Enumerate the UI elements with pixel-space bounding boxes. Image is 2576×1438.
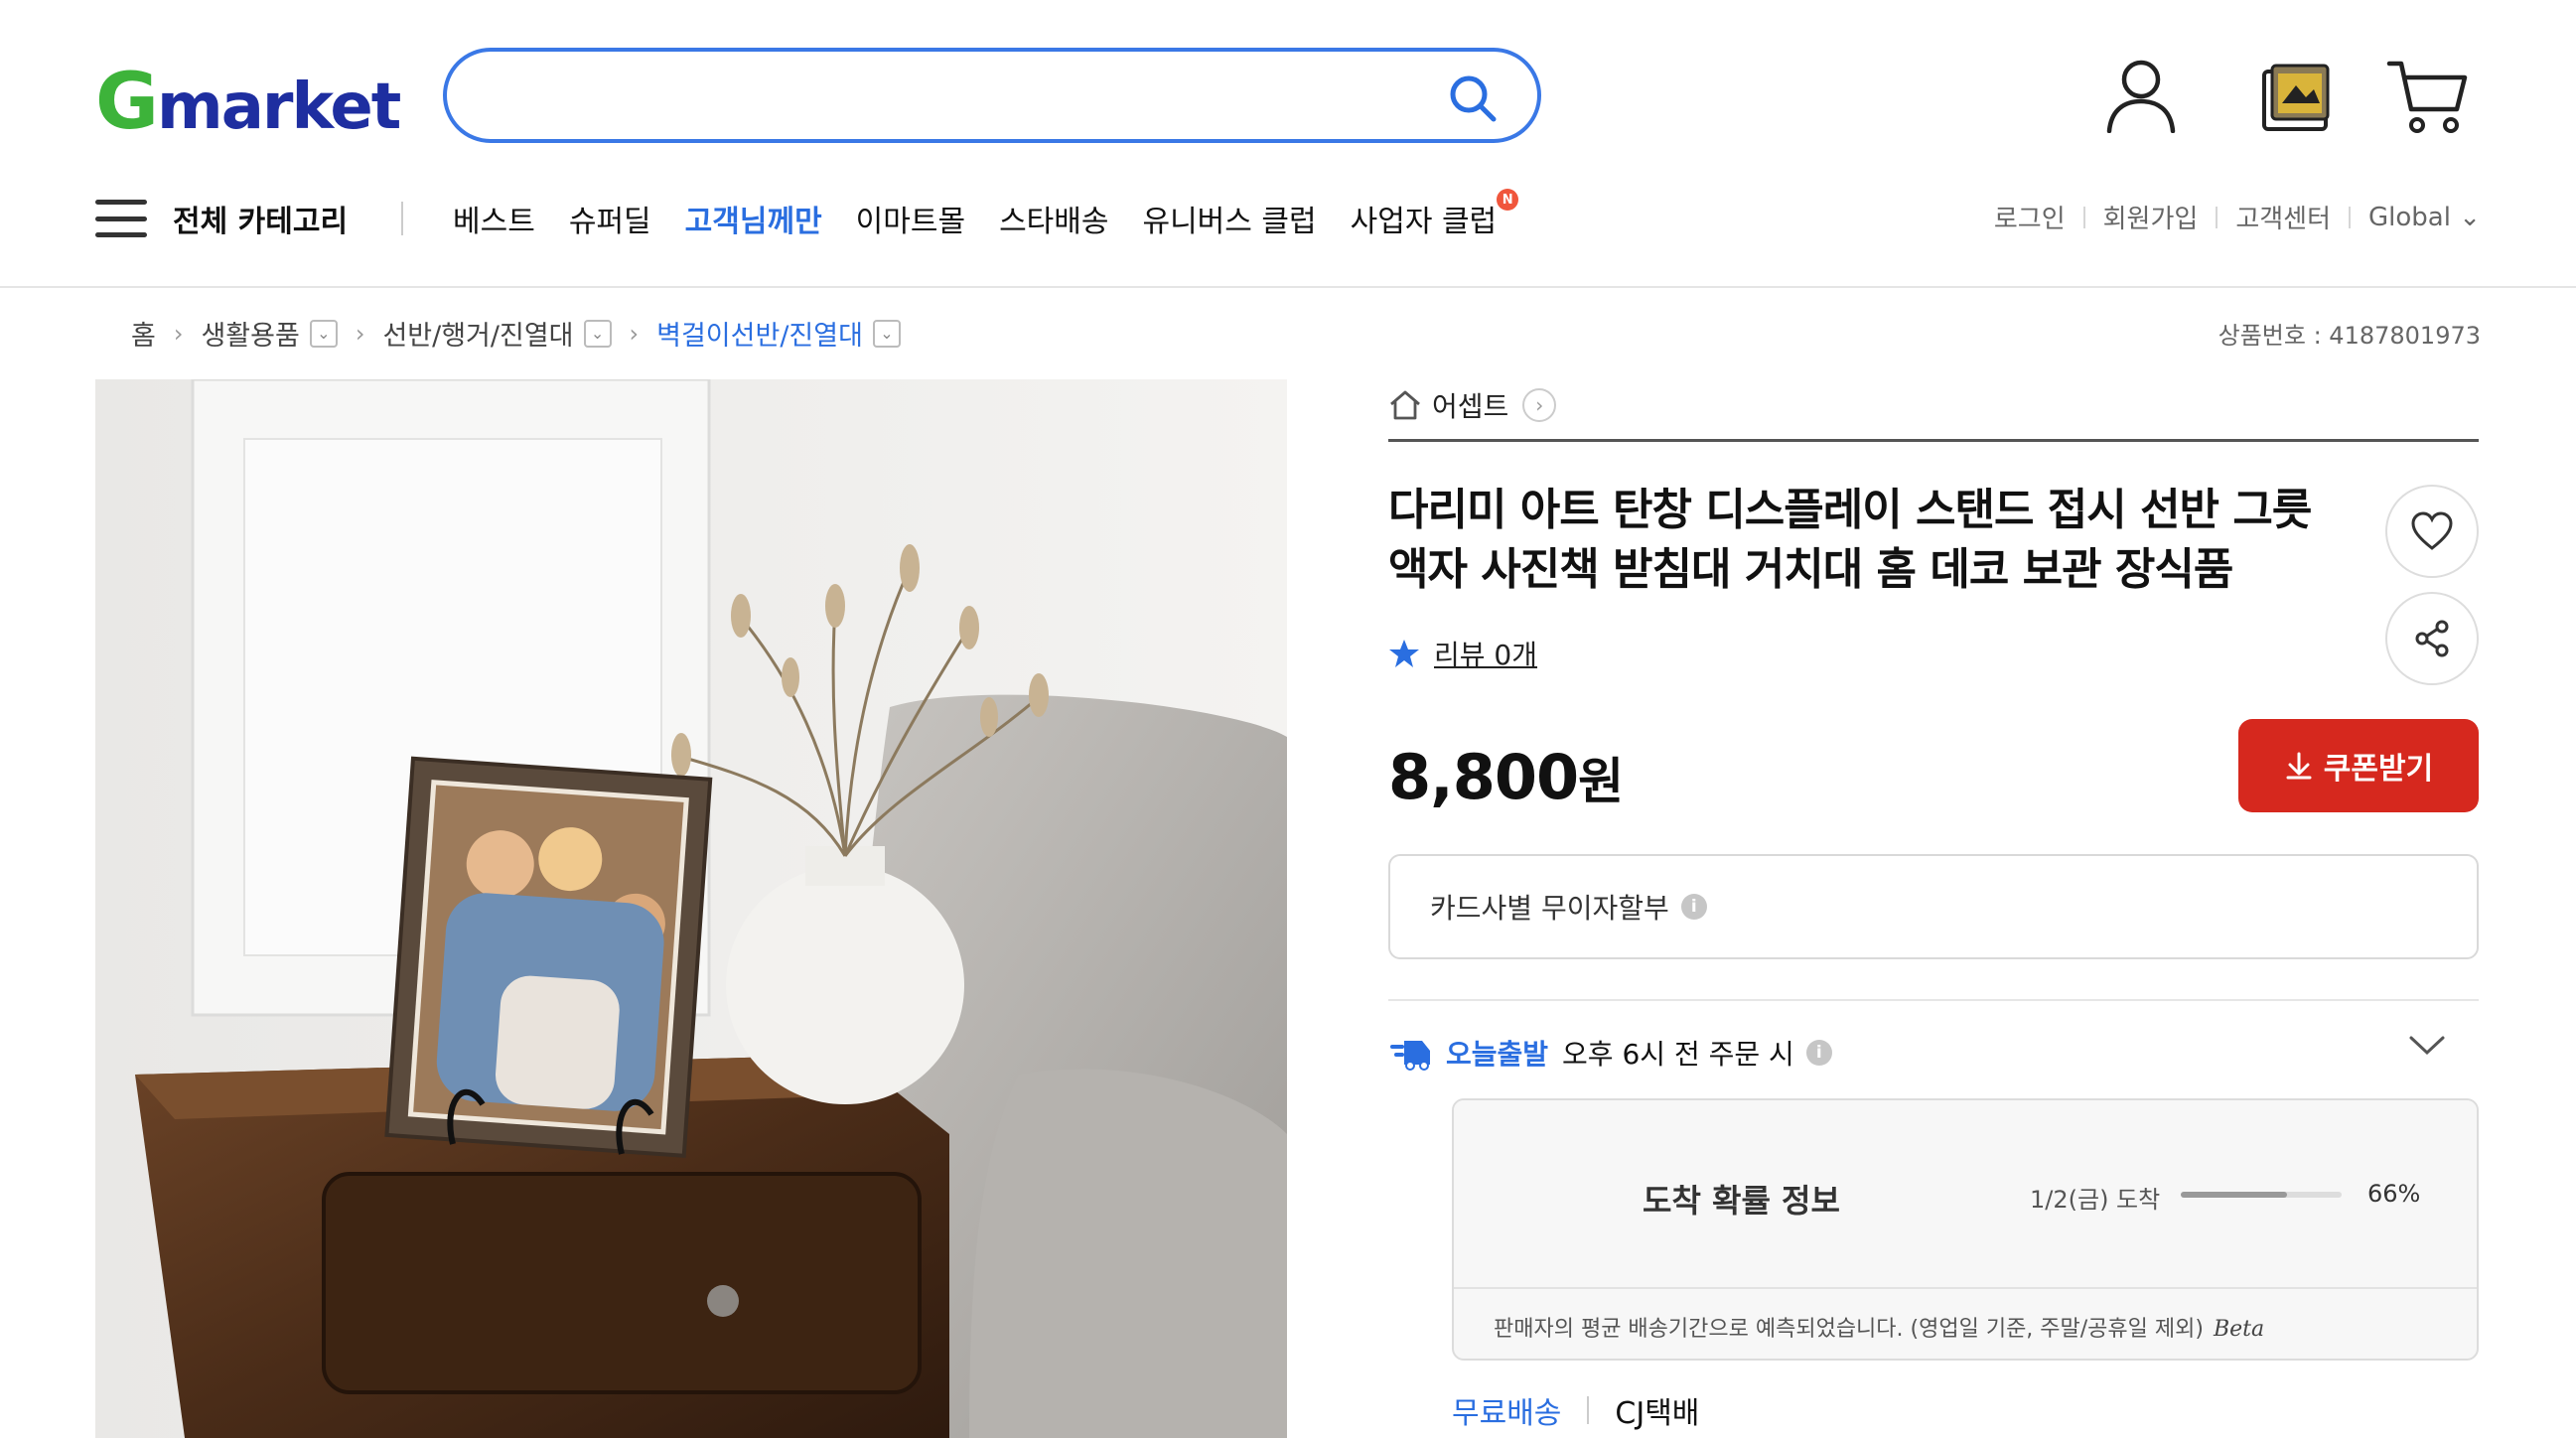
review-count: 리뷰 0개: [1434, 639, 1537, 671]
breadcrumb-item-current[interactable]: 벽걸이선반/진열대: [656, 314, 863, 353]
login-link[interactable]: 로그인: [1994, 199, 2066, 235]
product-title: 다리미 아트 탄창 디스플레이 스탠드 접시 선반 그릇 액자 사진책 받침대 …: [1388, 485, 2312, 595]
product-price: 8,800원: [1388, 741, 1624, 813]
search-input[interactable]: [487, 70, 1420, 125]
customer-center-link[interactable]: 고객센터: [2235, 199, 2331, 235]
price-value: 8,800: [1388, 741, 1579, 813]
chevron-right-icon: ›: [1522, 388, 1557, 422]
breadcrumb-item[interactable]: 생활용품: [201, 314, 299, 353]
home-icon: [1390, 390, 1420, 420]
dropdown-icon[interactable]: ⌄: [583, 319, 612, 348]
recent-viewed-icon[interactable]: [2256, 60, 2332, 133]
chevron-right-icon: ›: [355, 319, 365, 348]
chevron-right-icon: ›: [629, 319, 640, 348]
nav-divider: [401, 202, 404, 235]
carrier-label: CJ택배: [1615, 1396, 1700, 1431]
installment-info[interactable]: 카드사별 무이자할부 i: [1388, 854, 2479, 959]
nav-universe-club[interactable]: 유니버스 클럽: [1142, 197, 1316, 240]
info-icon[interactable]: i: [1680, 894, 1707, 920]
free-shipping-label: 무료배송: [1452, 1396, 1562, 1431]
delivery-summary: 무료배송 CJ택배: [1452, 1388, 1699, 1432]
gmarket-logo[interactable]: Gmarket: [95, 58, 401, 147]
wishlist-button[interactable]: [2385, 485, 2479, 578]
user-icon[interactable]: [2105, 58, 2177, 133]
all-category-button[interactable]: 전체 카테고리: [173, 197, 348, 240]
arrival-progress-bar: [2181, 1192, 2342, 1198]
util-divider: [2216, 206, 2218, 228]
dropdown-icon[interactable]: ⌄: [872, 319, 901, 348]
arrival-note: 판매자의 평균 배송기간으로 예측되었습니다. (영업일 기준, 주말/공휴일 …: [1494, 1317, 2265, 1342]
nav-best[interactable]: 베스트: [453, 197, 535, 240]
installment-label: 카드사별 무이자할부: [1430, 892, 1669, 925]
beta-label: Beta: [2213, 1317, 2265, 1342]
download-icon: [2286, 752, 2312, 780]
heart-icon: [2411, 511, 2453, 550]
util-divider: [2082, 206, 2085, 228]
review-link[interactable]: 리뷰 0개: [1388, 634, 1537, 673]
search-bar[interactable]: [443, 48, 1541, 143]
share-button[interactable]: [2385, 592, 2479, 685]
menu-icon[interactable]: [95, 200, 147, 237]
fast-delivery-icon: [1390, 1041, 1430, 1071]
search-icon[interactable]: [1446, 72, 1500, 125]
breadcrumb-item[interactable]: 선반/행거/진열대: [382, 314, 573, 353]
shipping-today: 오늘출발 오후 6시 전 주문 시 i: [1388, 1033, 1832, 1073]
section-divider: [1388, 999, 2479, 1001]
product-number: 상품번호 : 4187801973: [2218, 322, 2481, 350]
coupon-label: 쿠폰받기: [2323, 752, 2434, 787]
seller-shop-link[interactable]: 어셉트 ›: [1388, 385, 1557, 425]
product-image[interactable]: [95, 379, 1287, 1438]
arrival-progress-fill: [2181, 1192, 2287, 1198]
arrival-percent: 66%: [2367, 1180, 2421, 1208]
share-icon: [2415, 620, 2449, 657]
nav-business-club[interactable]: 사업자 클럽 N: [1350, 189, 1519, 240]
site-header: Gmarket 전체 카테고리 베스트 슈퍼딜 고객님께만 이마트몰 스타배송 …: [0, 0, 2576, 288]
nav-for-you[interactable]: 고객님께만: [685, 197, 822, 240]
dropdown-icon[interactable]: ⌄: [309, 319, 338, 348]
ship-condition: 오후 6시 전 주문 시: [1562, 1038, 1794, 1071]
nav-emart-mall[interactable]: 이마트몰: [856, 197, 965, 240]
new-badge: N: [1497, 189, 1519, 211]
chevron-right-icon: ›: [173, 319, 184, 348]
signup-link[interactable]: 회원가입: [2103, 199, 2199, 235]
global-link[interactable]: Global ⌄: [2368, 203, 2481, 232]
star-icon: [1389, 640, 1419, 667]
coupon-button[interactable]: 쿠폰받기: [2238, 719, 2479, 812]
breadcrumb-home[interactable]: 홈: [131, 314, 156, 353]
section-divider: [1388, 439, 2479, 442]
info-icon[interactable]: i: [1805, 1040, 1832, 1066]
arrival-probability-panel: 도착 확률 정보 1/2(금) 도착 66% 판매자의 평균 배송기간으로 예측…: [1452, 1098, 2479, 1361]
util-divider: [2349, 206, 2351, 228]
nav-star-delivery[interactable]: 스타배송: [999, 197, 1108, 240]
nav-business-club-label: 사업자 클럽: [1350, 205, 1498, 239]
arrival-title: 도착 확률 정보: [1643, 1182, 1840, 1220]
breadcrumb: 홈 › 생활용품 ⌄ › 선반/행거/진열대 ⌄ › 벽걸이선반/진열대 ⌄: [131, 314, 901, 353]
main-nav: 전체 카테고리 베스트 슈퍼딜 고객님께만 이마트몰 스타배송 유니버스 클럽 …: [95, 189, 1530, 248]
utility-links: 로그인 회원가입 고객센터 Global ⌄: [1994, 199, 2481, 235]
cart-icon[interactable]: [2385, 58, 2469, 135]
arrival-date: 1/2(금) 도착: [2030, 1186, 2161, 1214]
price-currency: 원: [1578, 753, 1624, 810]
today-ship-tag: 오늘출발: [1446, 1038, 1549, 1071]
seller-name: 어셉트: [1432, 390, 1509, 423]
nav-superdeal[interactable]: 슈퍼딜: [569, 197, 651, 240]
chevron-down-icon[interactable]: [2407, 1033, 2447, 1059]
